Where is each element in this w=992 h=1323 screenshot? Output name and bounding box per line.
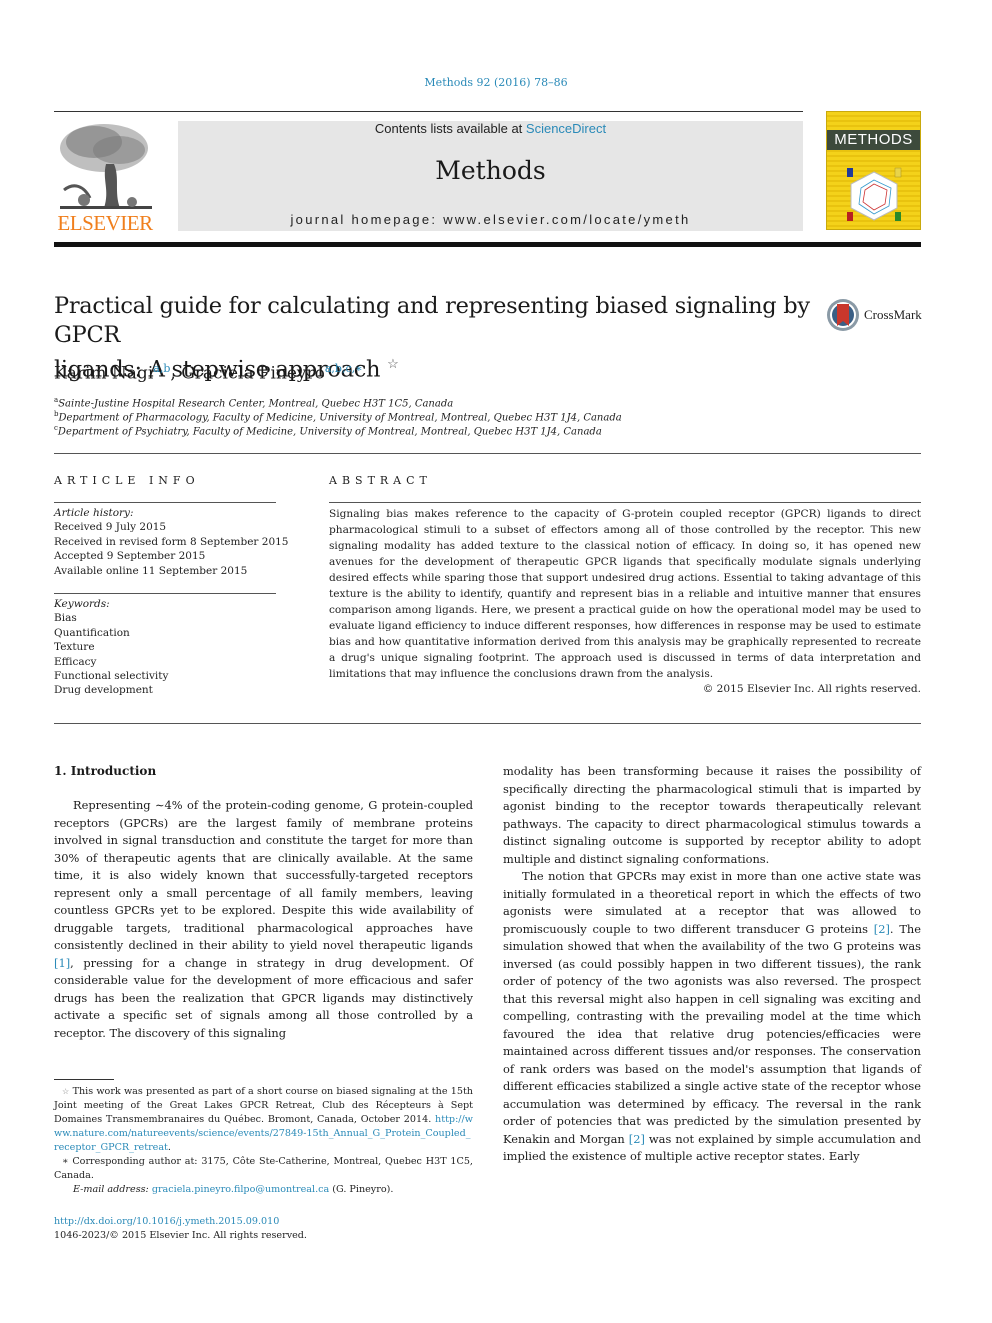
citation-link[interactable]: [1] [54,956,70,970]
footnote-text: . [167,1142,171,1153]
divider [54,593,276,594]
email-link[interactable]: graciela.pineyro.filpo@umontreal.ca [152,1184,329,1195]
journal-name: Methods [435,156,546,185]
abstract-text: Signaling bias makes reference to the ca… [329,508,921,680]
keyword: Efficacy [54,655,97,668]
affiliation-a: aSainte-Justine Hospital Research Center… [54,396,453,409]
footnote-corresponding: ∗ Corresponding author at: 3175, Côte St… [54,1155,473,1183]
crossmark-label: CrossMark [864,307,922,322]
paragraph-text: Representing ∼4% of the protein-coding g… [54,798,473,952]
paragraph: modality has been transforming because i… [503,764,921,866]
tree-icon [60,124,152,209]
affiliation-c: cDepartment of Psychiatry, Faculty of Me… [54,424,602,437]
author-name[interactable]: Karim Nagi [54,364,153,384]
journal-cover-image[interactable]: METHODS [826,111,921,230]
keyword: Bias [54,612,77,625]
history-label: Article history: [54,507,134,519]
abstract-heading: ABSTRACT [329,474,432,487]
divider [54,723,921,724]
author-affil-marks[interactable]: a,b [153,362,170,375]
abstract-copyright: © 2015 Elsevier Inc. All rights reserved… [702,683,921,695]
elsevier-wordmark: ELSEVIER [57,211,153,235]
homepage-prefix: journal homepage: [290,212,444,227]
paragraph: Representing ∼4% of the protein-coding g… [54,797,473,1042]
homepage-link[interactable]: www.elsevier.com/locate/ymeth [443,212,690,227]
history-item: Received in revised form 8 September 201… [54,535,289,548]
keyword: Texture [54,641,95,654]
history-item: Received 9 July 2015 [54,521,167,534]
citation-link[interactable]: [2] [629,1132,645,1146]
affiliation-text: Sainte-Justine Hospital Research Center,… [58,398,454,410]
footnotes: ☆ This work was presented as part of a s… [54,1085,473,1197]
author-name[interactable]: Graciela Pineyro [181,364,325,384]
title-footnote-star-icon[interactable]: ☆ [387,357,399,372]
article-history: Article history: Received 9 July 2015 Re… [54,506,289,578]
issn-copyright: 1046-2023/© 2015 Elsevier Inc. All right… [54,1230,307,1241]
contents-prefix: Contents lists available at [374,121,526,136]
author-list: Karim Nagia,b, Graciela Pineyroa,b,c,∗ [54,362,363,384]
doi-link[interactable]: http://dx.doi.org/10.1016/j.ymeth.2015.0… [54,1216,279,1227]
author-affil-marks[interactable]: a,b,c,∗ [325,362,363,375]
sciencedirect-link[interactable]: ScienceDirect [526,121,606,136]
divider [54,453,921,454]
footnote-text: This work was presented as part of a sho… [54,1086,473,1125]
keyword: Functional selectivity [54,670,169,683]
keywords-list: Keywords: Bias Quantification Texture Ef… [54,597,168,698]
homepage-line: journal homepage: www.elsevier.com/locat… [178,212,803,227]
asterisk-icon: ∗ [62,1156,69,1167]
divider [329,502,921,503]
affiliation-text: Department of Psychiatry, Faculty of Med… [57,426,602,438]
body-column-right: modality has been transforming because i… [503,763,921,1166]
paragraph: The notion that GPCRs may exist in more … [503,868,921,1166]
paragraph-text: The notion that GPCRs may exist in more … [503,869,921,936]
contents-line: Contents lists available at ScienceDirec… [178,121,803,136]
history-item: Available online 11 September 2015 [54,564,248,577]
keyword: Drug development [54,684,153,697]
article-info-heading: ARTICLE INFO [54,474,200,487]
keywords-label: Keywords: [54,598,110,610]
journal-reference-link[interactable]: Methods 92 (2016) 78–86 [0,76,992,89]
footnote-rule [54,1079,114,1080]
keyword: Quantification [54,626,130,639]
footnote-text: Corresponding author at: 3175, Côte Ste-… [54,1156,473,1181]
footnote-star: ☆ This work was presented as part of a s… [54,1085,473,1155]
crossmark-icon [827,299,859,331]
footnote-email: E-mail address: graciela.pineyro.filpo@u… [54,1183,473,1197]
title-line-1: Practical guide for calculating and repr… [54,293,810,348]
star-icon: ☆ [62,1087,70,1096]
header-thick-rule [54,242,921,247]
citation-link[interactable]: [2] [874,922,890,936]
crossmark-button[interactable]: CrossMark [826,298,926,334]
body-column-left: Representing ∼4% of the protein-coding g… [54,797,473,1042]
email-label: E-mail address: [73,1184,152,1195]
top-rule [54,111,803,112]
paragraph-text: , pressing for a change in strategy in d… [54,955,473,1040]
affiliation-text: Department of Pharmacology, Faculty of M… [58,412,622,424]
paragraph-text: . The simulation showed that when the av… [503,921,921,1146]
cover-radar-figure [847,167,902,221]
footnote-text: (G. Pineyro). [329,1184,394,1195]
divider [54,502,276,503]
section-heading-introduction: 1. Introduction [54,764,157,778]
affiliation-b: bDepartment of Pharmacology, Faculty of … [54,410,622,423]
history-item: Accepted 9 September 2015 [54,550,206,563]
cover-title: METHODS [827,130,920,150]
